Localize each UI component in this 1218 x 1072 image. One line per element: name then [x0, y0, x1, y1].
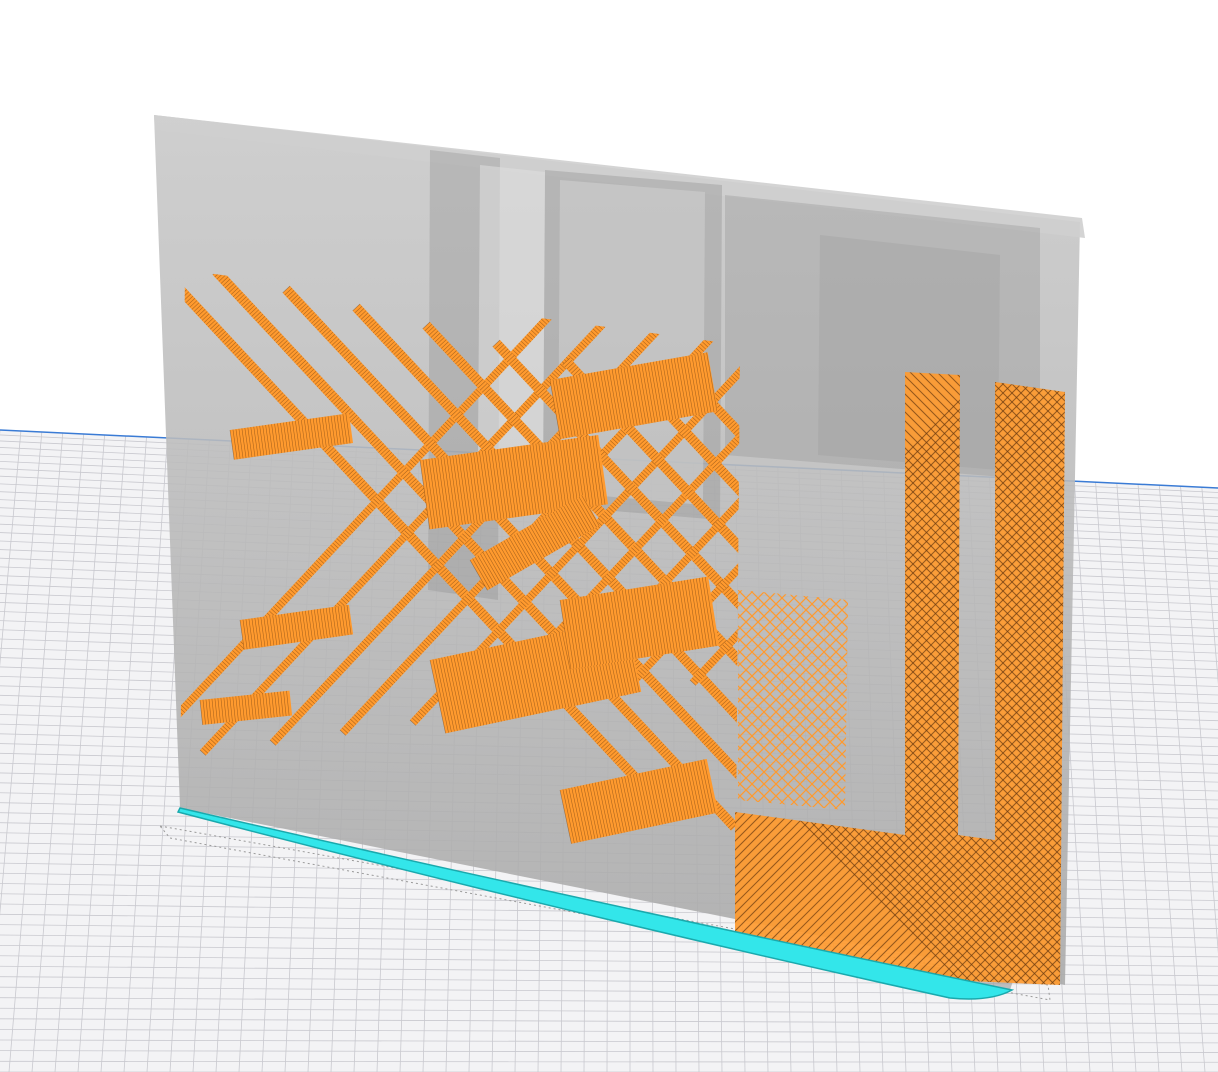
slice-preview-scene[interactable]	[0, 0, 1218, 1072]
3d-viewport[interactable]	[0, 0, 1218, 1072]
